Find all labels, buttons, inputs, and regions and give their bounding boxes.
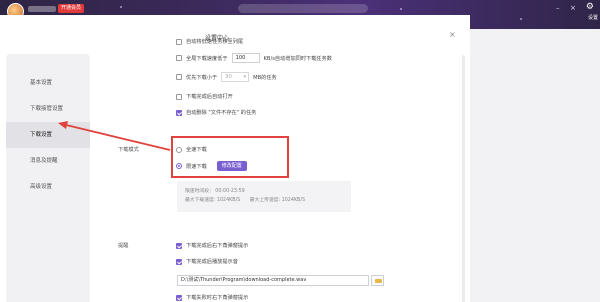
option-remind-popup[interactable]: 下载完成后右下角弹窗提示 — [176, 242, 248, 249]
option-label: 优先下载小于 — [186, 74, 218, 81]
settings-sidebar: 基本设置 下载接管设置 下载设置 消息及提醒 高级设置 — [6, 54, 90, 302]
star-decoration — [520, 18, 522, 20]
info-time: 限速时间段： 00:00-23:59 — [185, 189, 245, 194]
option-open-after[interactable]: 下载完成后自动打开 — [176, 93, 233, 100]
info-max-up: 最大上传速度: 1024KB/S — [249, 198, 305, 203]
option-low-speed[interactable]: 全局下载速度低于 100 KB/s自动增加同时下载任务数 — [176, 53, 332, 63]
option-label: 下载失败时右下角弹窗提示 — [186, 295, 249, 301]
priority-size-select[interactable]: 30 — [221, 72, 250, 82]
option-priority-small[interactable]: 优先下载小于 30 MB的任务 — [176, 72, 277, 82]
info-max-down: 最大下载速度: 1024KB/S — [185, 198, 241, 203]
option-auto-delete[interactable]: 自动删除 "文件不存在" 的任务 — [176, 109, 256, 116]
option-label: 下载完成后右下角弹窗提示 — [186, 243, 249, 249]
checkbox-checked[interactable] — [176, 294, 182, 301]
sidebar-item-basic[interactable]: 基本设置 — [6, 70, 90, 96]
option-label: 自动删除 "文件不存在" 的任务 — [186, 110, 257, 116]
highlight-box — [171, 136, 289, 178]
username-placeholder[interactable] — [28, 6, 56, 12]
option-remind-sound[interactable]: 下载完成后播放提示音 — [176, 258, 238, 265]
checkbox[interactable] — [176, 38, 182, 45]
checkbox-checked[interactable] — [176, 242, 182, 249]
option-auto-queue[interactable]: 自动将低速任务移至列尾 — [176, 38, 243, 45]
sidebar-item-takeover[interactable]: 下载接管设置 — [6, 96, 90, 122]
settings-label[interactable]: 设置 — [588, 14, 598, 21]
option-label: 全局下载速度低于 — [186, 55, 228, 62]
remind-label: 提醒 — [118, 243, 129, 249]
folder-icon[interactable] — [371, 275, 384, 286]
close-window-icon[interactable]: × — [570, 4, 576, 12]
option-label: KB/s自动增加同时下载任务数 — [263, 55, 332, 62]
sidebar-item-notifications[interactable]: 消息及提醒 — [6, 148, 90, 174]
low-speed-input[interactable]: 100 — [231, 53, 260, 63]
sidebar-item-download[interactable]: 下载设置 — [6, 122, 90, 148]
option-label: 下载完成后自动打开 — [186, 94, 233, 100]
vip-badge[interactable]: 开通会员 — [58, 4, 85, 13]
option-remind-fail[interactable]: 下载失败时右下角弹窗提示 — [176, 294, 248, 301]
option-label: MB的任务 — [253, 74, 277, 81]
option-label: 下载完成后播放提示音 — [186, 259, 238, 265]
gear-icon[interactable]: ⚙ — [586, 2, 594, 12]
checkbox-checked[interactable] — [176, 109, 182, 116]
checkbox[interactable] — [176, 55, 182, 61]
download-mode-label: 下载模式 — [118, 147, 139, 153]
minimize-icon[interactable]: – — [556, 4, 560, 12]
limit-info-box: 限速时间段： 00:00-23:59 最大下载速度: 1024KB/S 最大上传… — [177, 181, 351, 212]
sound-path-input[interactable]: D:\测试\Thunder\Program\download-complete.… — [177, 275, 369, 286]
info-speeds: 最大下载速度: 1024KB/S 最大上传速度: 1024KB/S — [185, 196, 343, 205]
checkbox[interactable] — [176, 93, 182, 100]
option-label: 自动将低速任务移至列尾 — [186, 39, 244, 45]
sidebar-item-advanced[interactable]: 高级设置 — [6, 174, 90, 200]
checkbox-checked[interactable] — [176, 258, 182, 265]
checkbox[interactable] — [176, 74, 182, 80]
